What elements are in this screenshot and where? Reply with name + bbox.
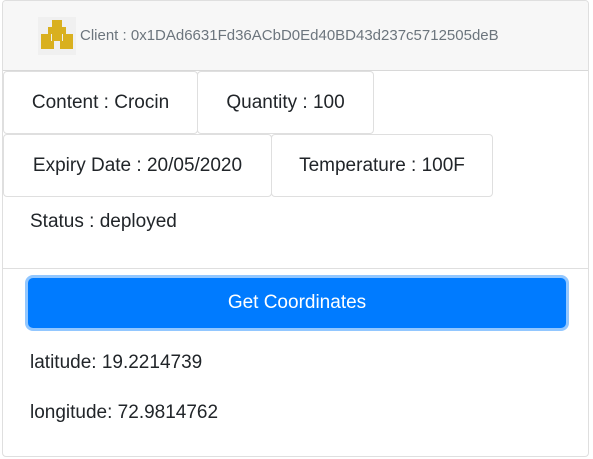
quantity-item: Quantity : 100 [197, 71, 374, 134]
content-item: Content : Crocin [3, 71, 198, 134]
expiry-label: Expiry Date : 20/05/2020 [32, 154, 243, 176]
latitude-value: latitude: 19.2214739 [30, 352, 203, 373]
shipment-card: Client : 0x1DAd6631Fd36ACbD0Ed40BD43d237… [2, 0, 589, 457]
client-address: Client : 0x1DAd6631Fd36ACbD0Ed40BD43d237… [80, 27, 499, 44]
status-label: Status : deployed [30, 211, 177, 232]
identicon-avatar-icon [38, 16, 76, 55]
temperature-label: Temperature : 100F [299, 154, 465, 176]
content-label: Content : Crocin [31, 91, 170, 113]
status-section: Status : deployed [3, 197, 588, 269]
card-header: Client : 0x1DAd6631Fd36ACbD0Ed40BD43d237… [3, 1, 588, 71]
quantity-label: Quantity : 100 [226, 91, 345, 113]
longitude-value: longitude: 72.9814762 [30, 402, 219, 423]
avatar [38, 16, 76, 55]
get-coordinates-button[interactable]: Get Coordinates [28, 278, 566, 328]
expiry-item: Expiry Date : 20/05/2020 [3, 134, 272, 197]
temperature-item: Temperature : 100F [271, 134, 493, 197]
